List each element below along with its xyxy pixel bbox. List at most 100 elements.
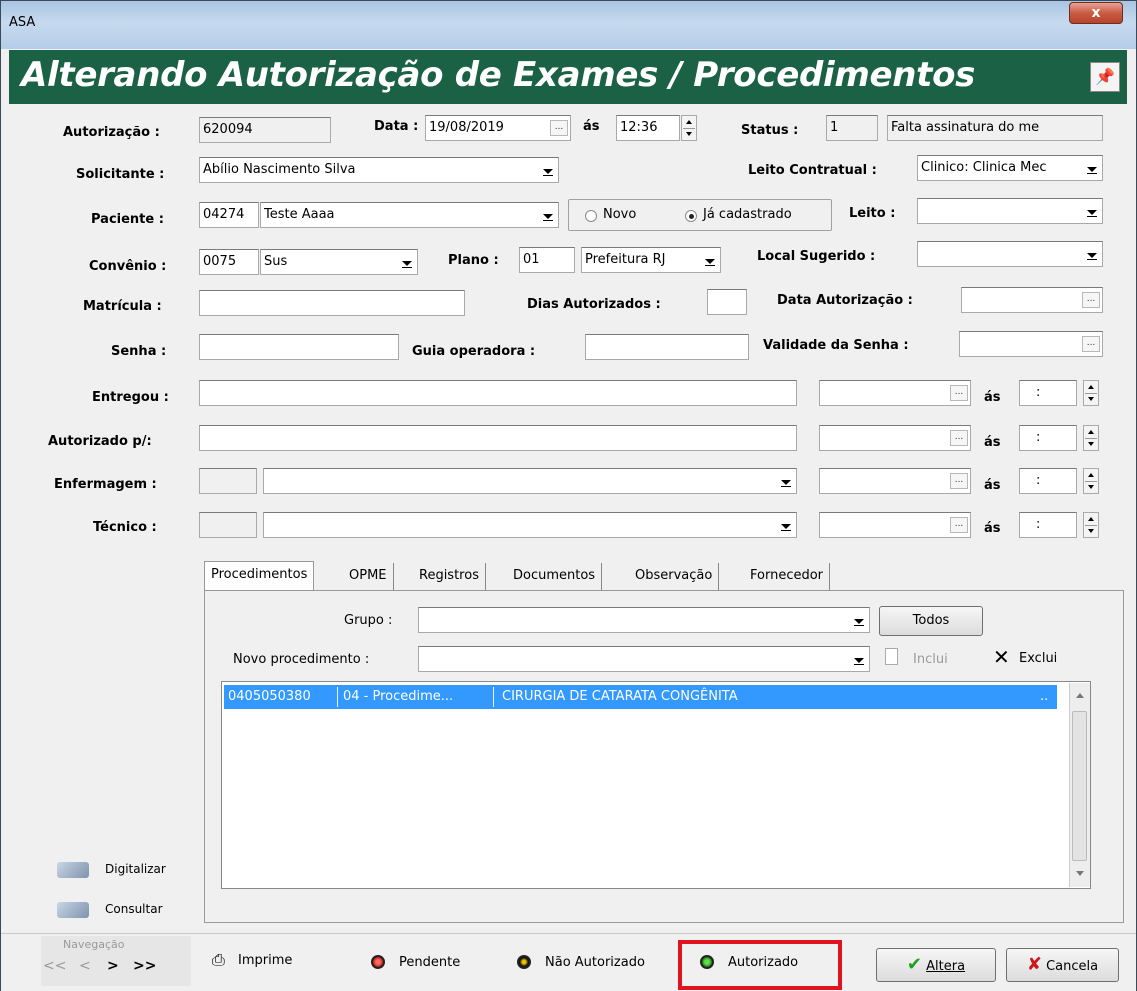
enfermagem-code-field[interactable]	[199, 468, 257, 494]
procedimentos-list[interactable]: 0405050380 04 - Procedime... CIRURGIA DE…	[221, 681, 1091, 889]
radio-novo-label: Novo	[603, 207, 637, 222]
tecnico-time-field[interactable]: :	[1019, 512, 1077, 538]
validade-field[interactable]: ...	[959, 331, 1103, 357]
chevron-down-icon	[398, 253, 415, 271]
convenio-select[interactable]: Sus	[260, 249, 418, 275]
autorizacao-field[interactable]: 620094	[199, 117, 331, 143]
status-code-field[interactable]: 1	[826, 115, 878, 141]
entregou-label: Entregou :	[92, 390, 169, 405]
grupo-select[interactable]	[418, 607, 870, 633]
tab-observacao[interactable]: Observação	[629, 563, 720, 591]
scroll-up-icon[interactable]	[1076, 693, 1084, 698]
tecnico-code-field[interactable]	[199, 512, 257, 538]
page-title: Alterando Autorização de Exames / Proced…	[21, 55, 976, 95]
date-picker-button[interactable]: ...	[1082, 336, 1100, 352]
dias-autorizados-field[interactable]	[707, 289, 747, 315]
plano-code-field[interactable]: 01	[519, 247, 575, 273]
nav-last-button[interactable]: >>	[133, 958, 156, 974]
plano-label: Plano :	[448, 253, 499, 268]
consultar-label: Consultar	[105, 902, 163, 916]
autorizado-p-time-spinner[interactable]	[1083, 425, 1099, 451]
data-autorizacao-field[interactable]: ...	[961, 287, 1103, 313]
cancela-button[interactable]: ✘ Cancela	[1006, 948, 1119, 982]
close-button[interactable]: x	[1069, 2, 1123, 24]
altera-button[interactable]: ✔ Altera	[876, 948, 996, 982]
data-field[interactable]: 19/08/2019...	[425, 115, 571, 141]
chevron-down-icon	[701, 251, 718, 269]
entregou-date-field[interactable]: ...	[819, 380, 971, 406]
tecnico-date-field[interactable]: ...	[819, 512, 971, 538]
enfermagem-date-field[interactable]: ...	[819, 468, 971, 494]
convenio-code-field[interactable]: 0075	[199, 249, 259, 275]
consultar-button[interactable]: Consultar	[53, 898, 193, 924]
enfermagem-time-field[interactable]: :	[1019, 468, 1077, 494]
tecnico-time-spinner[interactable]	[1083, 512, 1099, 538]
nao-autorizado-button[interactable]: Não Autorizado	[515, 952, 675, 978]
pendente-button[interactable]: Pendente	[369, 952, 489, 978]
guia-field[interactable]	[585, 334, 749, 360]
status-label: Status :	[741, 123, 799, 138]
tecnico-select[interactable]	[263, 512, 797, 538]
nav-first-button[interactable]: <<	[43, 958, 66, 974]
chevron-down-icon	[1083, 245, 1100, 263]
radio-cadastrado[interactable]	[685, 210, 697, 222]
paciente-select[interactable]: Teste Aaaa	[260, 202, 559, 228]
entregou-field[interactable]	[199, 380, 797, 406]
navegacao-label: Navegação	[63, 938, 125, 951]
list-item[interactable]: 0405050380 04 - Procedime... CIRURGIA DE…	[224, 685, 1057, 709]
dias-autorizados-label: Dias Autorizados :	[527, 297, 661, 312]
printer-icon: ⎙	[212, 950, 225, 969]
paciente-code-field[interactable]: 04274	[199, 202, 259, 228]
pin-button[interactable]: 📌	[1090, 62, 1120, 92]
tab-opme[interactable]: OPME	[343, 563, 394, 591]
tab-fornecedor[interactable]: Fornecedor	[744, 563, 831, 591]
tab-documentos[interactable]: Documentos	[507, 563, 603, 591]
autorizado-p-time-field[interactable]: :	[1019, 425, 1077, 451]
leito-select[interactable]	[917, 198, 1103, 224]
plano-select[interactable]: Prefeitura RJ	[581, 247, 721, 273]
entregou-time-field[interactable]: :	[1019, 380, 1077, 406]
scroll-thumb[interactable]	[1072, 711, 1087, 861]
date-picker-button[interactable]: ...	[550, 120, 568, 136]
date-picker-button[interactable]: ...	[1082, 292, 1100, 308]
scanner-icon	[57, 902, 89, 918]
radio-novo[interactable]	[585, 210, 597, 222]
inclui-label: Inclui	[913, 652, 948, 667]
hora-field[interactable]: 12:36	[616, 115, 680, 141]
date-picker-button[interactable]: ...	[950, 385, 968, 401]
inclui-button[interactable]: Inclui	[885, 647, 965, 671]
solicitante-select[interactable]: Abílio Nascimento Silva	[199, 157, 559, 183]
todos-button[interactable]: Todos	[879, 606, 983, 636]
date-picker-button[interactable]: ...	[950, 430, 968, 446]
digitalizar-button[interactable]: Digitalizar	[53, 858, 193, 884]
enfermagem-select[interactable]	[263, 468, 797, 494]
date-picker-button[interactable]: ...	[950, 473, 968, 489]
novo-procedimento-select[interactable]	[418, 646, 870, 672]
senha-field[interactable]	[199, 334, 399, 360]
data-autorizacao-label: Data Autorização :	[777, 293, 913, 308]
senha-label: Senha :	[111, 344, 167, 359]
entregou-time-spinner[interactable]	[1083, 380, 1099, 406]
autorizado-p-date-field[interactable]: ...	[819, 425, 971, 451]
status-text-field[interactable]: Falta assinatura do me	[887, 115, 1103, 141]
title-bar: ASA x	[1, 1, 1136, 49]
cancel-icon: ✘	[1026, 954, 1042, 975]
imprime-button[interactable]: ⎙ Imprime	[212, 950, 322, 976]
exclui-button[interactable]: ✕ Exclui	[993, 645, 1083, 671]
scroll-down-icon[interactable]	[1076, 871, 1084, 876]
tab-procedimentos[interactable]: Procedimentos	[204, 561, 315, 591]
leito-contratual-select[interactable]: Clinico: Clinica Mec	[917, 155, 1103, 181]
local-sugerido-select[interactable]	[917, 241, 1103, 267]
nav-next-button[interactable]: >	[107, 958, 119, 974]
enfermagem-time-spinner[interactable]	[1083, 468, 1099, 494]
list-scrollbar[interactable]	[1069, 683, 1090, 887]
chevron-down-icon	[850, 650, 867, 668]
matricula-field[interactable]	[199, 290, 465, 316]
autorizado-button[interactable]: Autorizado	[698, 952, 838, 978]
nav-prev-button[interactable]: <	[79, 958, 91, 974]
autorizado-p-field[interactable]	[199, 425, 797, 451]
tab-registros[interactable]: Registros	[413, 563, 486, 591]
date-picker-button[interactable]: ...	[950, 517, 968, 533]
hora-spinner[interactable]	[681, 115, 697, 141]
pendente-label: Pendente	[399, 955, 461, 970]
